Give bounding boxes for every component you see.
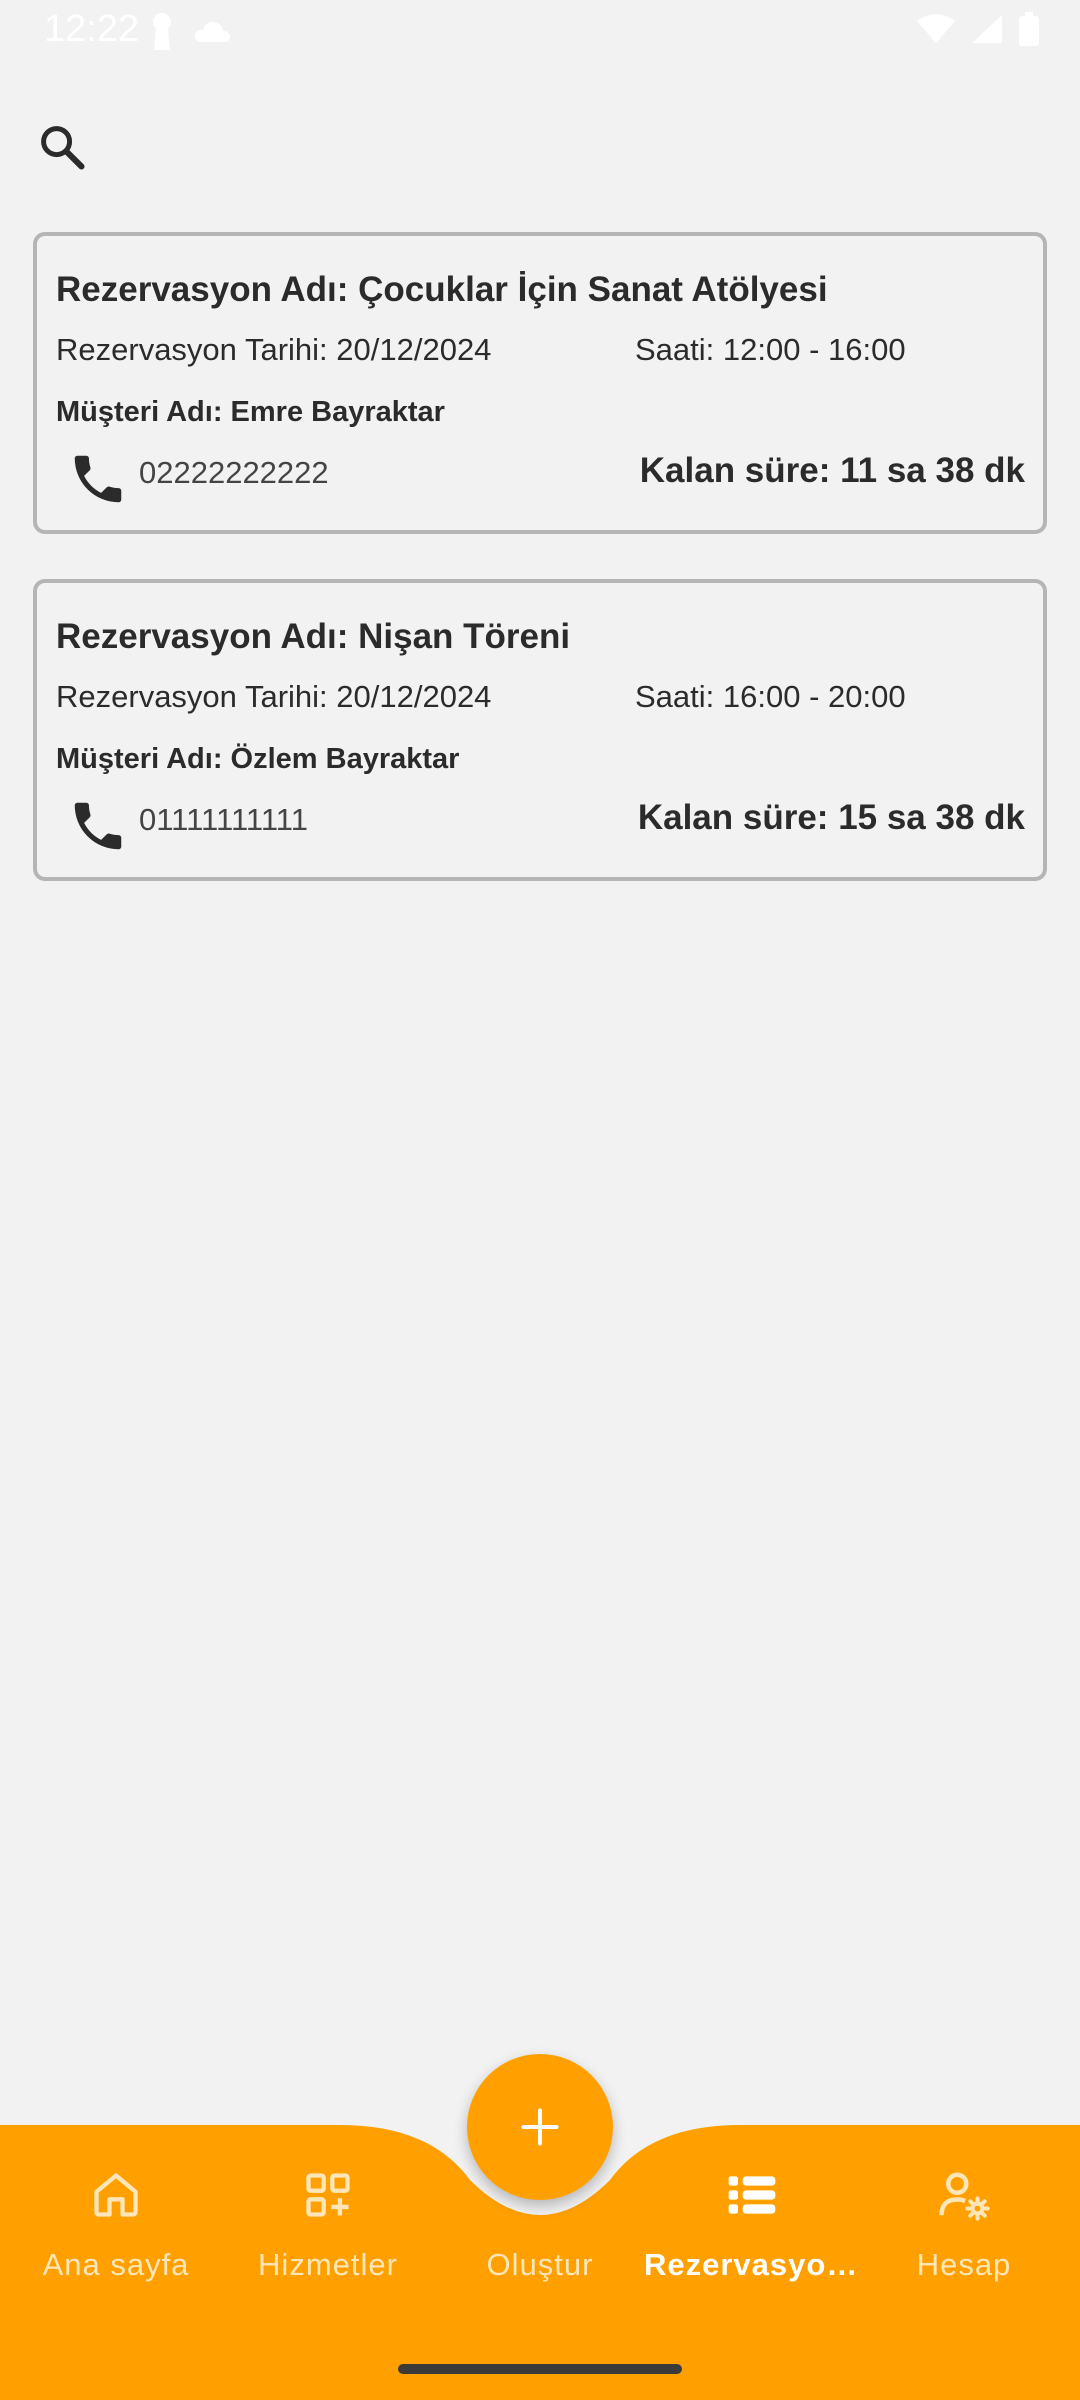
reservation-date: Rezervasyon Tarihi: 20/12/2024: [56, 679, 492, 714]
remaining-time: Kalan süre: 15 sa 38 dk: [637, 798, 1025, 837]
nav-item-home[interactable]: Ana sayfa: [8, 2165, 224, 2315]
phone-icon[interactable]: [67, 448, 129, 510]
customer-name: Müşteri Adı: Emre Bayraktar: [56, 396, 445, 428]
status-right-icons: [916, 12, 1040, 46]
reservation-date: Rezervasyon Tarihi: 20/12/2024: [56, 332, 492, 367]
nav-label: Rezervasyonlar: [644, 2247, 860, 2282]
cloud-icon: [194, 22, 230, 42]
status-bar: 12:22: [0, 0, 1080, 62]
search-icon: [41, 126, 85, 170]
status-time: 12:22: [44, 8, 140, 50]
nav-label: Hizmetler: [258, 2247, 398, 2282]
nav-item-reservations[interactable]: Rezervasyonlar: [644, 2165, 860, 2315]
nav-label: Oluştur: [486, 2247, 594, 2282]
nav-label: Ana sayfa: [42, 2247, 190, 2282]
reservation-title: Rezervasyon Adı: Nişan Töreni: [56, 617, 571, 656]
nav-item-account[interactable]: Hesap: [856, 2165, 1072, 2315]
status-left-icons: [150, 12, 232, 52]
reservation-time: Saati: 12:00 - 16:00: [635, 332, 906, 367]
app-screen: 12:22 Rezervasyon Adı: Çocuklar İçin San…: [0, 0, 1080, 2400]
reservation-card[interactable]: Rezervasyon Adı: Çocuklar İçin Sanat Atö…: [33, 232, 1047, 534]
create-fab-button[interactable]: [467, 2054, 613, 2200]
plus-icon: [521, 2108, 559, 2146]
search-button[interactable]: [30, 115, 94, 179]
phone-icon[interactable]: [67, 795, 129, 857]
account-settings-icon: [939, 2172, 990, 2221]
reservation-title: Rezervasyon Adı: Çocuklar İçin Sanat Atö…: [56, 270, 828, 309]
signal-icon: [972, 15, 1002, 43]
nav-label: Hesap: [916, 2247, 1012, 2282]
keyhole-icon: [153, 13, 171, 50]
list-icon: [728, 2176, 776, 2214]
phone-number[interactable]: 02222222222: [139, 455, 329, 491]
services-grid-icon: [306, 2173, 350, 2217]
customer-name: Müşteri Adı: Özlem Bayraktar: [56, 743, 460, 775]
remaining-time: Kalan süre: 11 sa 38 dk: [639, 451, 1025, 490]
reservation-time: Saati: 16:00 - 20:00: [635, 679, 906, 714]
phone-number[interactable]: 01111111111: [139, 802, 308, 838]
reservation-card[interactable]: Rezervasyon Adı: Nişan Töreni Rezervasyo…: [33, 579, 1047, 881]
battery-icon: [1019, 12, 1039, 46]
home-icon: [94, 2173, 138, 2217]
wifi-icon: [917, 14, 955, 43]
home-indicator[interactable]: [398, 2364, 682, 2374]
nav-item-services[interactable]: Hizmetler: [220, 2165, 436, 2315]
